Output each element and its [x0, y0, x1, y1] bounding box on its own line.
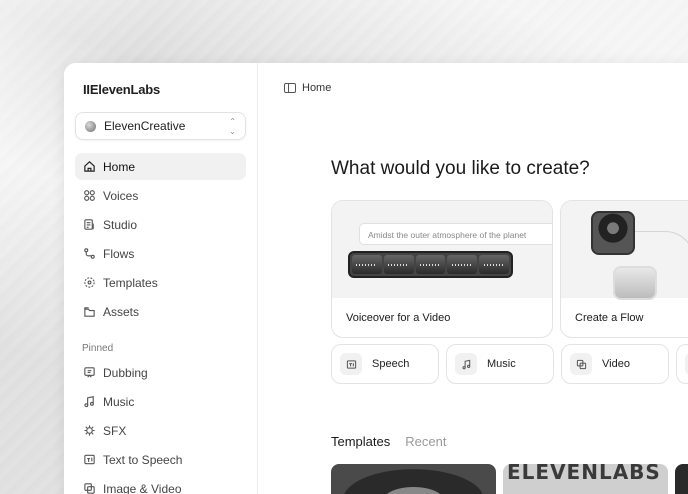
- template-thumbnail[interactable]: [675, 464, 688, 494]
- sidebar-toggle-icon[interactable]: [284, 83, 296, 93]
- waveform-frame: [479, 255, 509, 274]
- sidebar-item-label: Flows: [103, 246, 135, 261]
- sidebar-item-studio[interactable]: Studio: [75, 211, 246, 238]
- sidebar-item-text-to-speech[interactable]: Text to Speech: [75, 446, 246, 473]
- sidebar: IIElevenLabs ElevenCreative ⌃ ⌃ Home Voic…: [64, 63, 258, 494]
- waveform-frame: [447, 255, 478, 274]
- waveform-strip: [348, 251, 513, 278]
- sidebar-item-music[interactable]: Music: [75, 388, 246, 415]
- speech-button[interactable]: Speech: [331, 344, 439, 384]
- sidebar-item-image-video[interactable]: Image & Video: [75, 475, 246, 494]
- app-window: IIElevenLabs ElevenCreative ⌃ ⌃ Home Voic…: [64, 63, 688, 494]
- sfx-icon: [82, 424, 96, 438]
- breadcrumb: Home: [284, 82, 331, 94]
- sidebar-item-dubbing[interactable]: Dubbing: [75, 359, 246, 386]
- prompt-preview: Amidst the outer atmosphere of the plane…: [359, 223, 552, 245]
- sidebar-item-voices[interactable]: Voices: [75, 182, 246, 209]
- main-content: Home What would you like to create? Amid…: [259, 63, 688, 494]
- sidebar-item-label: Voices: [103, 188, 139, 203]
- sidebar-item-sfx[interactable]: SFX: [75, 417, 246, 444]
- flow-node-product: [613, 266, 657, 300]
- pinned-section-label: Pinned: [82, 343, 114, 354]
- music-icon: [455, 353, 477, 375]
- assets-icon: [82, 305, 96, 319]
- waveform-frame: [383, 255, 414, 274]
- card-media: [561, 201, 688, 300]
- sidebar-item-label: Assets: [103, 304, 140, 319]
- image-video-icon: [82, 482, 96, 494]
- video-icon: [570, 353, 592, 375]
- sidebar-item-label: SFX: [103, 423, 127, 438]
- sidebar-item-label: Templates: [103, 275, 158, 290]
- tab-recent[interactable]: Recent: [405, 434, 446, 449]
- tab-templates[interactable]: Templates: [331, 434, 390, 449]
- card-media: Amidst the outer atmosphere of the plane…: [332, 201, 552, 298]
- waveform-frame: [415, 255, 446, 274]
- studio-icon: [82, 218, 96, 232]
- sidebar-item-home[interactable]: Home: [75, 153, 246, 180]
- music-button[interactable]: Music: [446, 344, 554, 384]
- logo: IIElevenLabs: [83, 82, 161, 97]
- flows-icon: [82, 247, 96, 261]
- music-label: Music: [487, 358, 516, 370]
- text-to-speech-icon: [82, 453, 96, 467]
- thumbnail-text: ELEVENLABS: [507, 464, 661, 484]
- content-tabs: Templates Recent: [331, 434, 446, 449]
- sidebar-item-templates[interactable]: Templates: [75, 269, 246, 296]
- waveform-frame: [352, 255, 382, 274]
- breadcrumb-label: Home: [302, 82, 332, 94]
- sidebar-item-label: Image & Video: [103, 481, 182, 494]
- flow-node-portrait: [591, 211, 635, 255]
- sidebar-item-label: Home: [103, 159, 136, 174]
- voices-icon: [82, 189, 96, 203]
- card-title: Create a Flow: [575, 312, 644, 324]
- sidebar-item-assets[interactable]: Assets: [75, 298, 246, 325]
- card-voiceover[interactable]: Amidst the outer atmosphere of the plane…: [331, 200, 553, 338]
- sidebar-item-label: Studio: [103, 217, 138, 232]
- home-icon: [82, 160, 96, 174]
- template-thumbnail[interactable]: [331, 464, 496, 494]
- template-thumbnail[interactable]: ELEVENLABS: [503, 464, 668, 494]
- video-button[interactable]: Video: [561, 344, 669, 384]
- card-create-flow[interactable]: Create a Flow: [560, 200, 688, 338]
- chevron-updown-icon: ⌃ ⌃: [229, 117, 236, 136]
- workspace-name: ElevenCreative: [104, 119, 186, 133]
- workspace-switcher[interactable]: ElevenCreative ⌃ ⌃: [75, 112, 246, 140]
- sidebar-item-label: Text to Speech: [103, 452, 183, 467]
- sidebar-item-label: Dubbing: [103, 365, 148, 380]
- music-icon: [82, 395, 96, 409]
- sidebar-item-label: Music: [103, 394, 135, 409]
- card-title: Voiceover for a Video: [346, 312, 451, 324]
- primary-nav: Home Voices Studio Flows Templates Asset…: [75, 153, 246, 327]
- more-action-button[interactable]: [676, 344, 688, 384]
- workspace-avatar: [85, 120, 96, 132]
- pinned-nav: Dubbing Music SFX Text to Speech Image &…: [75, 359, 246, 494]
- templates-icon: [82, 276, 96, 290]
- page-title: What would you like to create?: [331, 158, 590, 179]
- speech-icon: [340, 353, 362, 375]
- speech-label: Speech: [372, 358, 410, 370]
- video-label: Video: [602, 358, 630, 370]
- dubbing-icon: [82, 366, 96, 380]
- sidebar-item-flows[interactable]: Flows: [75, 240, 246, 267]
